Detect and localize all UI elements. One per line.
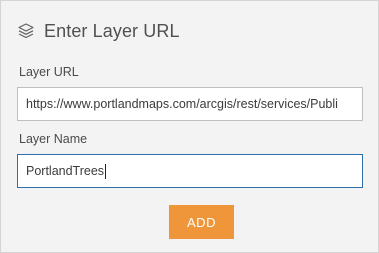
layer-name-label: Layer Name xyxy=(19,132,88,146)
add-button[interactable]: ADD xyxy=(169,205,234,239)
layers-icon xyxy=(17,22,35,40)
layer-name-value: PortlandTrees xyxy=(26,164,105,178)
panel-header: Enter Layer URL xyxy=(17,19,180,43)
text-caret xyxy=(105,163,107,179)
layer-name-input[interactable]: PortlandTrees xyxy=(17,154,363,188)
add-layer-panel: Enter Layer URL Layer URL https://www.po… xyxy=(0,0,379,253)
panel-title: Enter Layer URL xyxy=(44,20,180,41)
layer-url-label: Layer URL xyxy=(19,65,79,79)
layer-url-input[interactable]: https://www.portlandmaps.com/arcgis/rest… xyxy=(17,87,363,121)
layer-url-value: https://www.portlandmaps.com/arcgis/rest… xyxy=(26,97,338,111)
